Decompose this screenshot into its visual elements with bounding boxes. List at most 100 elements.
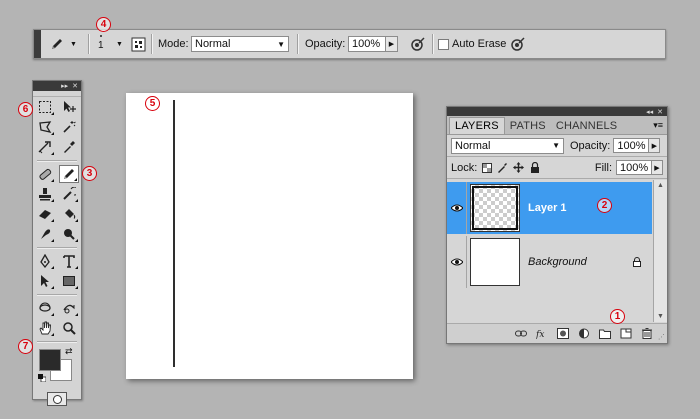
lasso-tool[interactable]: [35, 118, 55, 136]
color-swatches: ⇄: [33, 345, 81, 389]
fill-slider-button[interactable]: ▶: [652, 160, 663, 175]
eye-icon: [450, 204, 463, 212]
swap-colors-icon[interactable]: ⇄: [65, 346, 73, 357]
path-selection-tool[interactable]: [35, 272, 55, 290]
pen-icon: [40, 254, 50, 268]
layer-list-scrollbar[interactable]: ▲ ▼: [653, 180, 667, 322]
fill-input[interactable]: 100%: [616, 160, 652, 175]
resize-grip-icon[interactable]: ⋰: [658, 333, 665, 341]
mode-select[interactable]: Normal ▼: [191, 36, 289, 52]
blur-tool[interactable]: [35, 225, 55, 243]
layer-row-background[interactable]: Background: [447, 236, 652, 288]
pencil-tool[interactable]: [59, 165, 79, 183]
dodge-icon: [64, 229, 75, 240]
opacity-label: Opacity:: [305, 38, 346, 50]
visibility-toggle[interactable]: [447, 236, 467, 288]
healing-brush-tool[interactable]: [35, 165, 55, 183]
layer-name: Layer 1: [528, 202, 567, 214]
polygonal-lasso-icon: [39, 121, 52, 133]
mode-label: Mode:: [158, 38, 189, 50]
paint-bucket-icon: [65, 209, 76, 219]
new-group-icon[interactable]: [599, 328, 611, 339]
hand-tool[interactable]: [35, 319, 55, 337]
type-tool[interactable]: [59, 252, 79, 270]
default-colors-icon[interactable]: [38, 374, 46, 382]
tab-paths[interactable]: PATHS: [505, 118, 551, 134]
close-icon[interactable]: ✕: [657, 108, 663, 116]
fill-label: Fill:: [594, 161, 612, 174]
lock-all-button[interactable]: [528, 161, 541, 174]
tablet-pressure-opacity-button[interactable]: [410, 36, 426, 52]
tools-panel-header[interactable]: ▸▸ ✕: [33, 81, 81, 91]
dodge-tool[interactable]: [59, 225, 79, 243]
zoom-tool[interactable]: [59, 319, 79, 337]
checkerboard-icon: [481, 162, 492, 173]
crop-tool[interactable]: [35, 138, 55, 156]
auto-erase-checkbox[interactable]: [438, 38, 449, 50]
foreground-color-swatch[interactable]: [39, 349, 61, 371]
svg-text:fx: fx: [536, 330, 544, 339]
adjustment-layer-icon[interactable]: [578, 328, 590, 339]
magnifier-icon: [63, 322, 76, 335]
tablet-pressure-size-button[interactable]: [510, 36, 526, 52]
scroll-up-icon[interactable]: ▲: [657, 182, 664, 189]
close-icon[interactable]: ✕: [72, 82, 78, 90]
lock-transparent-pixels-button[interactable]: [480, 161, 493, 174]
blend-mode-select[interactable]: Normal ▼: [451, 137, 564, 154]
layer-opacity-input[interactable]: 100%: [613, 138, 650, 153]
document-canvas[interactable]: [126, 93, 413, 379]
callout-1: 1: [610, 309, 625, 324]
move-tool[interactable]: [59, 98, 79, 116]
lock-position-button[interactable]: [512, 161, 525, 174]
3d-orbit-tool[interactable]: [59, 299, 79, 317]
pen-tool[interactable]: [35, 252, 55, 270]
chevron-down-icon[interactable]: ▼: [116, 41, 123, 48]
collapse-icon[interactable]: ▸▸: [61, 82, 68, 90]
marquee-tool[interactable]: [35, 98, 55, 116]
layer-thumbnail: [470, 238, 520, 286]
scroll-down-icon[interactable]: ▼: [657, 313, 664, 320]
divider: [151, 34, 152, 54]
layer-row-layer-1[interactable]: Layer 1: [447, 182, 652, 234]
link-layers-icon[interactable]: [515, 328, 527, 339]
options-bar-grip[interactable]: [34, 30, 41, 58]
opacity-slider-button[interactable]: ▶: [386, 36, 398, 52]
panel-menu-icon[interactable]: ▾≡: [653, 120, 663, 131]
auto-erase-toggle[interactable]: Auto Erase: [438, 36, 506, 52]
tab-layers[interactable]: LAYERS: [449, 117, 505, 134]
visibility-toggle[interactable]: [447, 182, 467, 234]
tab-channels[interactable]: CHANNELS: [551, 118, 623, 134]
fx-icon[interactable]: fx: [536, 328, 548, 339]
divider: [37, 294, 77, 295]
magic-wand-tool[interactable]: [59, 118, 79, 136]
trash-icon[interactable]: [641, 328, 653, 339]
quick-mask-icon: [52, 394, 62, 404]
brush-picker[interactable]: 1: [98, 33, 104, 57]
layer-name: Background: [528, 256, 587, 268]
crop-icon: [38, 141, 51, 154]
layer-opacity-slider-button[interactable]: ▶: [649, 138, 661, 153]
eyedropper-tool[interactable]: [59, 138, 79, 156]
clone-stamp-tool[interactable]: [35, 185, 55, 203]
opacity-input[interactable]: 100%: [348, 36, 386, 52]
callout-3: 3: [82, 166, 97, 181]
collapse-icon[interactable]: ◂◂: [646, 108, 653, 116]
new-layer-icon[interactable]: [620, 328, 632, 339]
eraser-tool[interactable]: [35, 205, 55, 223]
shape-tool[interactable]: [59, 272, 79, 290]
lock-image-pixels-button[interactable]: [496, 161, 509, 174]
tool-preset-picker[interactable]: ▼: [50, 36, 77, 52]
divider: [37, 160, 77, 161]
tablet-pressure-icon: [511, 37, 525, 51]
brush-panel-toggle[interactable]: [131, 36, 146, 52]
layers-panel-header[interactable]: ◂◂ ✕: [447, 107, 667, 116]
history-brush-tool[interactable]: [59, 185, 79, 203]
divider: [432, 34, 433, 54]
quick-mask-button[interactable]: [47, 392, 67, 406]
layers-footer-toolbar: fx: [447, 323, 667, 343]
chevron-down-icon: ▼: [552, 141, 560, 150]
layer-mask-icon[interactable]: [557, 328, 569, 339]
paint-bucket-tool[interactable]: [59, 205, 79, 223]
callout-5: 5: [145, 96, 160, 111]
3d-rotate-tool[interactable]: [35, 299, 55, 317]
